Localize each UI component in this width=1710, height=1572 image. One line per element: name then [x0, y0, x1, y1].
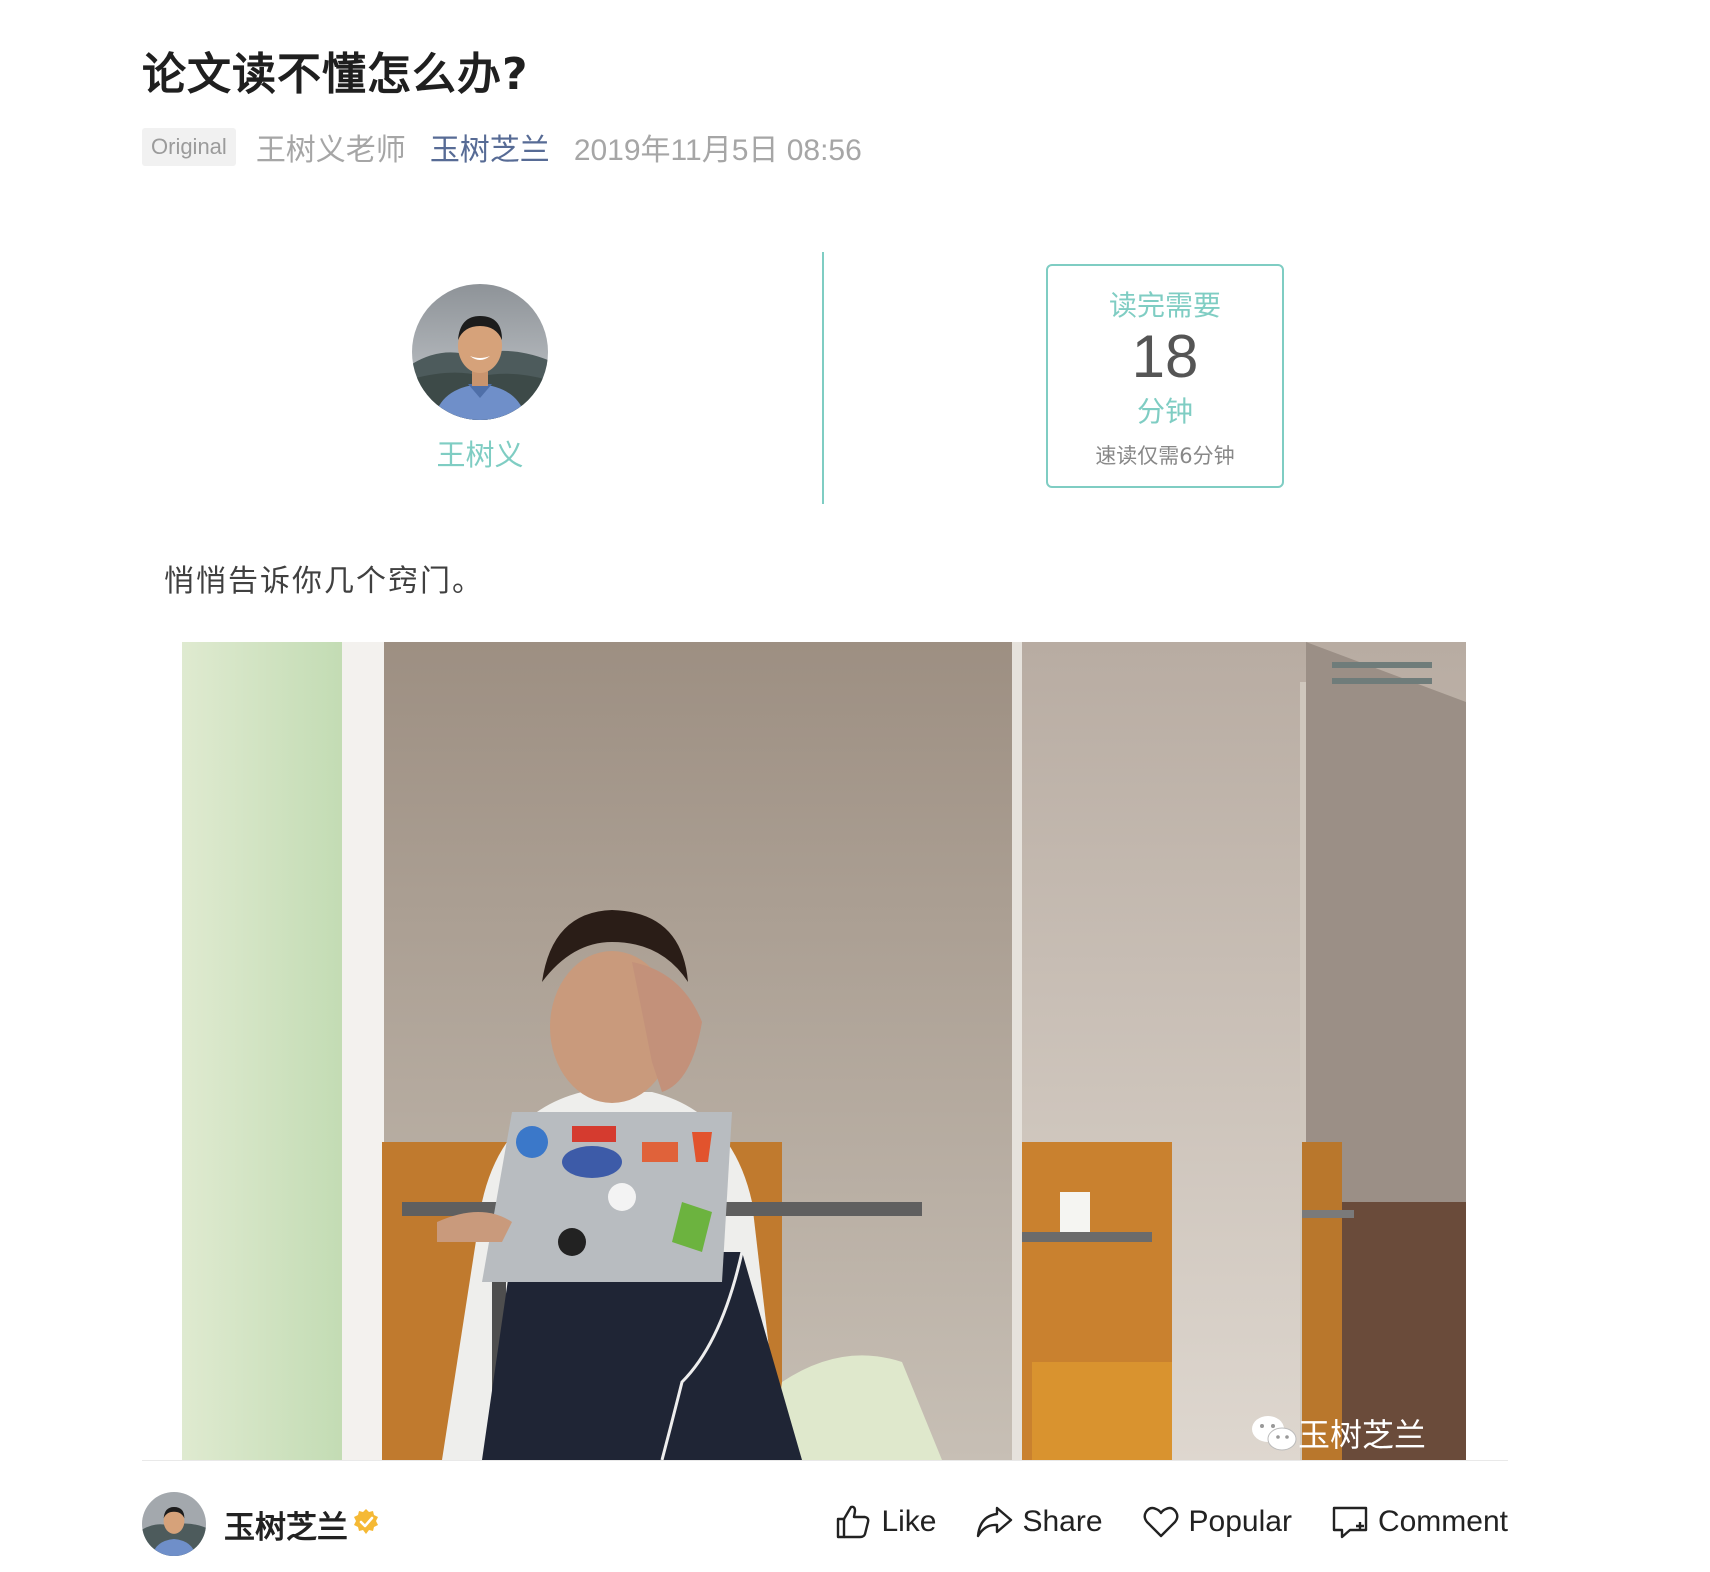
reading-time-unit: 分钟: [1136, 395, 1193, 428]
popular-label: Popular: [1188, 1505, 1292, 1538]
profile-author-name: 王树义: [436, 438, 524, 472]
author-profile-card: 王树义 读完需要 18 分钟 速读仅需6分钟: [142, 252, 1502, 504]
reading-time-box: 读完需要 18 分钟 速读仅需6分钟: [1046, 264, 1284, 488]
like-button[interactable]: Like: [833, 1502, 936, 1542]
bottom-action-bar: 玉树芝兰 Like Share Popular Comment: [142, 1492, 1508, 1558]
fast-reading-time: 速读仅需6分钟: [1095, 444, 1235, 468]
action-buttons: Like Share Popular Comment: [833, 1502, 1508, 1542]
wechat-watermark: 玉树芝兰: [1250, 1410, 1426, 1456]
comment-icon: [1332, 1506, 1368, 1539]
comment-button[interactable]: Comment: [1330, 1502, 1508, 1542]
author-name: 王树义老师: [255, 133, 406, 168]
article-photo: 玉树芝兰: [182, 642, 1466, 1460]
watermark-text: 玉树芝兰: [1297, 1416, 1426, 1454]
heart-icon: [1143, 1506, 1179, 1538]
article-meta: Original 王树义老师 玉树芝兰 2019年11月5日 08:56: [142, 126, 862, 168]
like-label: Like: [881, 1505, 937, 1538]
account-name[interactable]: 玉树芝兰: [224, 1502, 348, 1547]
article-title: 论文读不懂怎么办?: [142, 49, 529, 100]
reading-time-label: 读完需要: [1108, 289, 1221, 322]
vertical-divider: [822, 252, 824, 504]
popular-button[interactable]: Popular: [1141, 1502, 1292, 1542]
original-tag: Original: [142, 128, 236, 166]
thumbs-up-icon: [837, 1505, 870, 1539]
author-avatar: [412, 284, 548, 420]
verified-badge-icon: [354, 1509, 378, 1534]
account-link[interactable]: 玉树芝兰: [430, 125, 550, 169]
publish-date: 2019年11月5日 08:56: [573, 134, 862, 167]
share-arrow-icon: [977, 1506, 1013, 1538]
account-avatar[interactable]: [142, 1492, 206, 1556]
reading-time-minutes: 18: [1131, 323, 1199, 390]
intro-paragraph: 悄悄告诉你几个窍门。: [164, 564, 484, 599]
wechat-icon: [1251, 1416, 1297, 1451]
comment-label: Comment: [1377, 1505, 1508, 1538]
share-label: Share: [1022, 1505, 1103, 1538]
bottom-separator: [142, 1460, 1508, 1461]
share-button[interactable]: Share: [974, 1502, 1103, 1542]
